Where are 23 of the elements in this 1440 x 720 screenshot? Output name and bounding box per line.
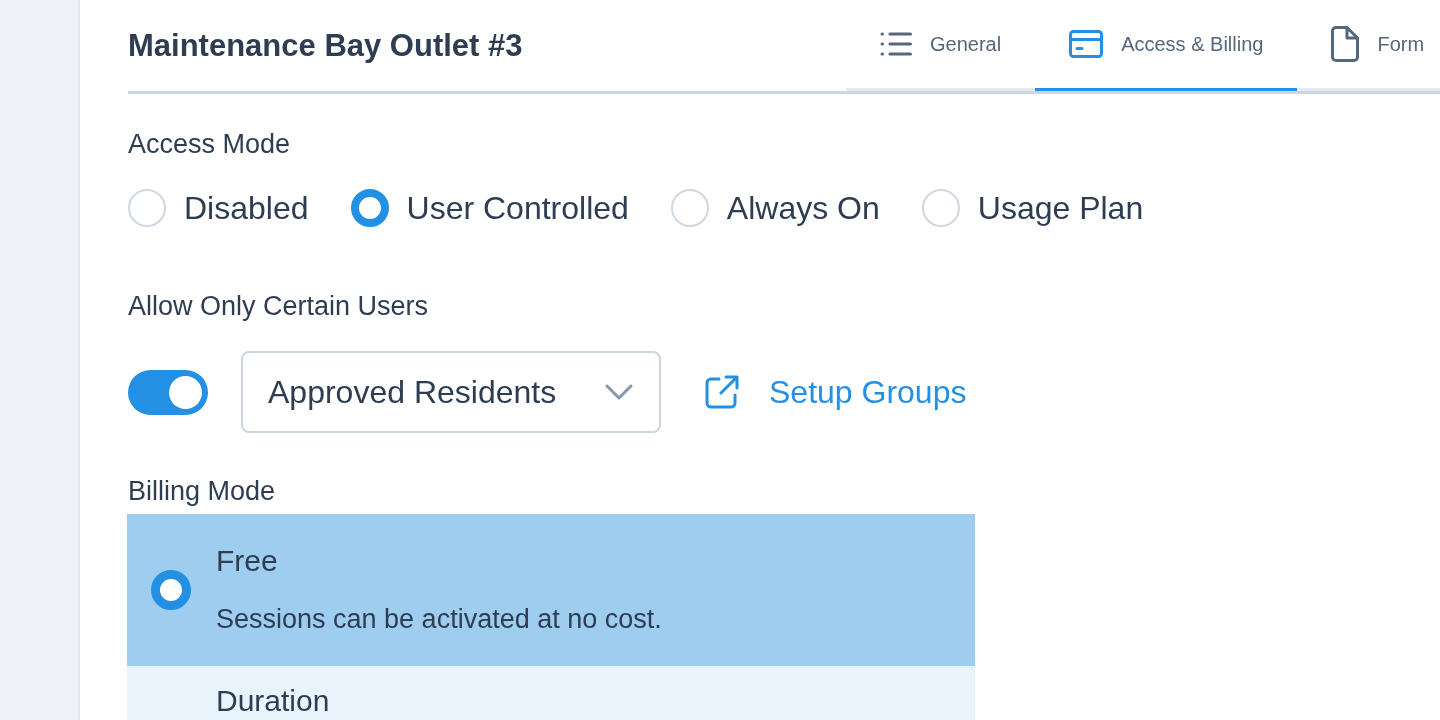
billing-option[interactable]: Free Sessions can be activated at no cost.	[127, 514, 975, 666]
tab[interactable]: General	[846, 0, 1036, 91]
billing-mode-label: Billing Mode	[128, 475, 276, 507]
toggle-switch[interactable]	[128, 369, 208, 415]
allow-users-label: Allow Only Certain Users	[128, 290, 429, 322]
group-dropdown[interactable]: Approved Residents	[241, 351, 661, 433]
access-mode-label: Access Mode	[128, 128, 291, 160]
page-title: Maintenance Bay Outlet #3	[128, 26, 523, 65]
document-icon	[1331, 26, 1360, 62]
external-link-icon	[705, 375, 739, 409]
tab[interactable]: Access & Billing	[1035, 0, 1298, 91]
billing-option[interactable]: Duration	[127, 666, 975, 720]
access-mode-option[interactable]: Disabled	[128, 188, 309, 228]
list-icon	[880, 31, 912, 57]
chevron-down-icon	[605, 384, 633, 400]
credit-card-icon	[1069, 30, 1104, 58]
billing-option-title: Duration	[216, 686, 330, 716]
access-mode-option[interactable]: Always On	[670, 188, 880, 228]
billing-option-title: Free	[216, 546, 278, 576]
tab[interactable]: Form	[1297, 0, 1440, 91]
access-mode-option[interactable]: User Controlled	[350, 188, 629, 228]
access-mode-option[interactable]: Usage Plan	[921, 188, 1144, 228]
billing-option-description: Sessions can be activated at no cost.	[216, 604, 662, 634]
